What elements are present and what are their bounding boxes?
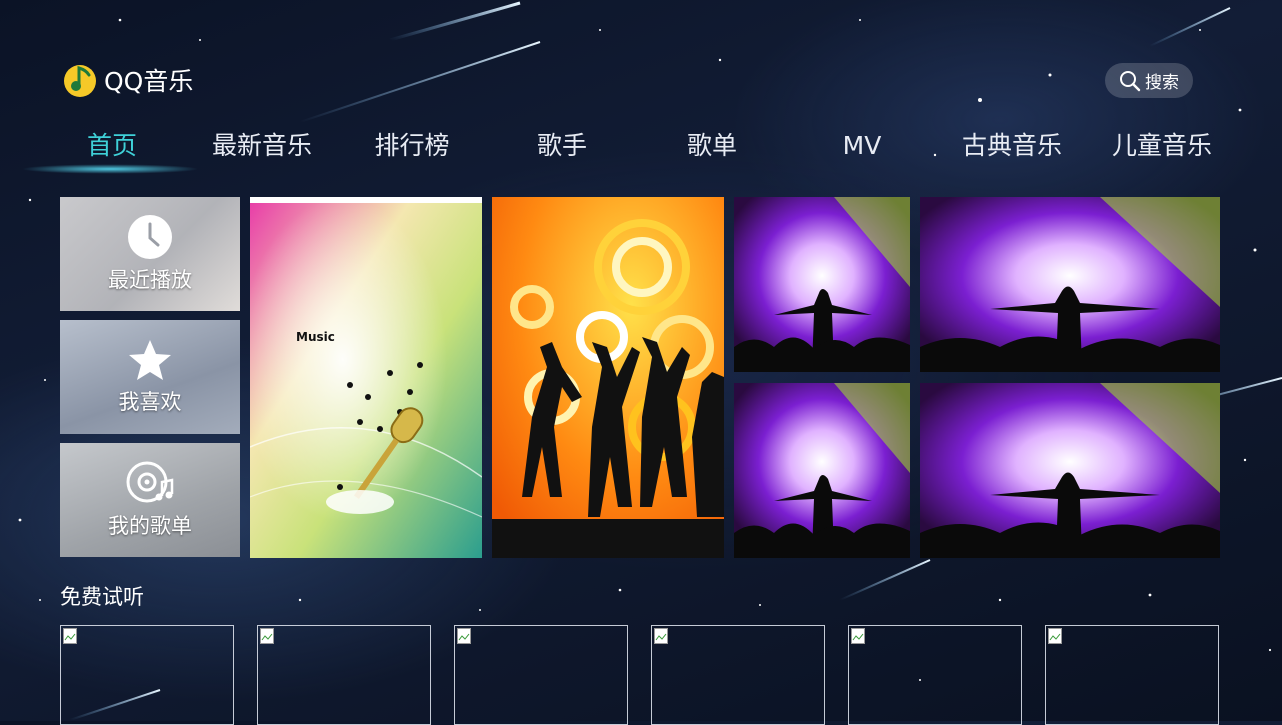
- search-icon: [1120, 70, 1141, 91]
- free-listen-card[interactable]: [848, 625, 1022, 725]
- concert-artwork: [734, 197, 910, 372]
- free-listen-card[interactable]: [60, 625, 234, 725]
- main-nav: 首页 最新音乐 排行榜 歌手 歌单 MV 古典音乐 儿童音乐: [0, 126, 1282, 166]
- tab-singers[interactable]: 歌手: [487, 126, 637, 166]
- free-listen-card[interactable]: [1045, 625, 1219, 725]
- star-icon: [129, 340, 171, 380]
- broken-image-icon: [851, 628, 865, 644]
- featured-poster-music[interactable]: Music: [250, 197, 482, 558]
- poster-music-text: Music: [296, 330, 335, 344]
- clock-icon: [128, 215, 172, 259]
- tab-new-music[interactable]: 最新音乐: [187, 126, 337, 166]
- broken-image-icon: [1048, 628, 1062, 644]
- concert-artwork: [920, 383, 1220, 558]
- app-title: QQ音乐: [104, 67, 194, 96]
- recent-plays-label: 最近播放: [108, 268, 192, 292]
- free-listen-card[interactable]: [257, 625, 431, 725]
- search-button[interactable]: 搜索: [1105, 63, 1193, 98]
- broken-image-icon: [260, 628, 274, 644]
- free-listen-card[interactable]: [651, 625, 825, 725]
- tab-playlists[interactable]: 歌单: [637, 126, 787, 166]
- search-label: 搜索: [1145, 73, 1179, 93]
- recent-plays-tile[interactable]: 最近播放: [60, 197, 240, 311]
- tab-charts[interactable]: 排行榜: [337, 126, 487, 166]
- my-playlists-tile[interactable]: 我的歌单: [60, 443, 240, 557]
- broken-image-icon: [654, 628, 668, 644]
- concert-artwork: [920, 197, 1220, 372]
- favorites-tile[interactable]: 我喜欢: [60, 320, 240, 434]
- concert-tile-4[interactable]: [920, 383, 1220, 558]
- dance-poster-artwork: [492, 197, 724, 558]
- free-listen-card[interactable]: [454, 625, 628, 725]
- tab-mv[interactable]: MV: [787, 126, 937, 166]
- tab-classical[interactable]: 古典音乐: [937, 126, 1087, 166]
- broken-image-icon: [457, 628, 471, 644]
- music-poster-artwork: Music: [250, 197, 482, 558]
- app-logo: QQ音乐: [62, 62, 193, 98]
- concert-tile-2[interactable]: [920, 197, 1220, 372]
- concert-artwork: [734, 383, 910, 558]
- disc-music-icon: [126, 461, 174, 503]
- qq-music-logo-icon: [64, 65, 96, 97]
- concert-tile-3[interactable]: [734, 383, 910, 558]
- tab-kids[interactable]: 儿童音乐: [1087, 126, 1237, 166]
- featured-poster-dance[interactable]: [492, 197, 724, 558]
- concert-tile-1[interactable]: [734, 197, 910, 372]
- tab-home[interactable]: 首页: [37, 126, 187, 166]
- my-playlists-label: 我的歌单: [108, 514, 192, 538]
- favorites-label: 我喜欢: [118, 390, 182, 414]
- broken-image-icon: [63, 628, 77, 644]
- free-listen-title: 免费试听: [60, 585, 144, 609]
